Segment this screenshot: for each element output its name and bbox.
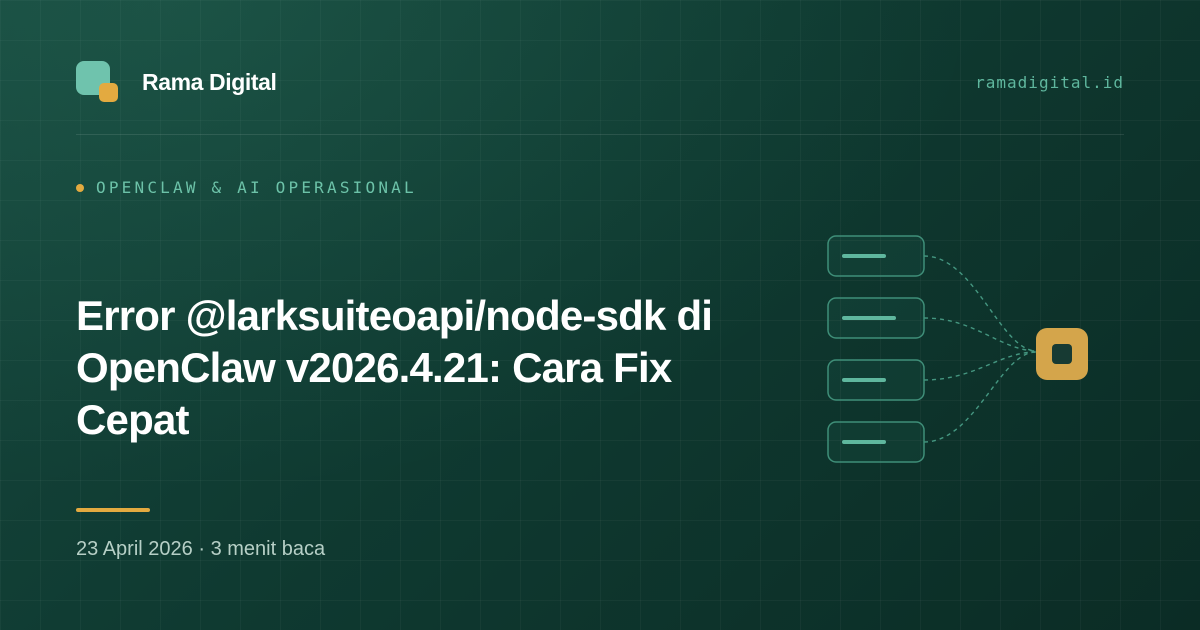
title-line-3: Cepat bbox=[76, 396, 190, 443]
connector-line bbox=[923, 351, 1037, 381]
header: Rama Digital ramadigital.id bbox=[76, 61, 1124, 103]
source-node bbox=[827, 235, 925, 277]
connector-line bbox=[923, 351, 1037, 443]
brand-name: Rama Digital bbox=[142, 68, 277, 95]
source-node bbox=[827, 297, 925, 339]
nodes-converging-diagram-icon bbox=[827, 235, 1088, 463]
source-node bbox=[827, 421, 925, 463]
amber-dot-icon bbox=[76, 183, 84, 192]
meta-separator: · bbox=[198, 538, 205, 560]
category-label: OPENCLAW & AI OPERASIONAL bbox=[96, 178, 417, 197]
read-time: 3 menit baca bbox=[210, 538, 326, 560]
article-title: Error @larksuiteoapi/node-sdk di OpenClaw… bbox=[76, 290, 796, 446]
title-line-2: OpenClaw v2026.4.21: Cara Fix bbox=[76, 344, 672, 391]
publish-date: 23 April 2026 bbox=[76, 538, 193, 560]
connector-line bbox=[923, 317, 1037, 352]
connector-line bbox=[923, 255, 1037, 352]
title-line-1: Error @larksuiteoapi/node-sdk di bbox=[76, 292, 713, 339]
hub-node-icon bbox=[1036, 328, 1088, 380]
article-meta: 23 April 2026 · 3 menit baca bbox=[76, 538, 325, 561]
site-domain: ramadigital.id bbox=[975, 72, 1124, 92]
header-divider bbox=[76, 134, 1124, 135]
brand: Rama Digital bbox=[76, 61, 277, 103]
logo-amber-square bbox=[99, 83, 118, 102]
accent-bar bbox=[76, 508, 150, 512]
rounded-squares-logo-icon bbox=[76, 61, 118, 103]
source-node bbox=[827, 359, 925, 401]
category-tag: OPENCLAW & AI OPERASIONAL bbox=[76, 178, 417, 197]
